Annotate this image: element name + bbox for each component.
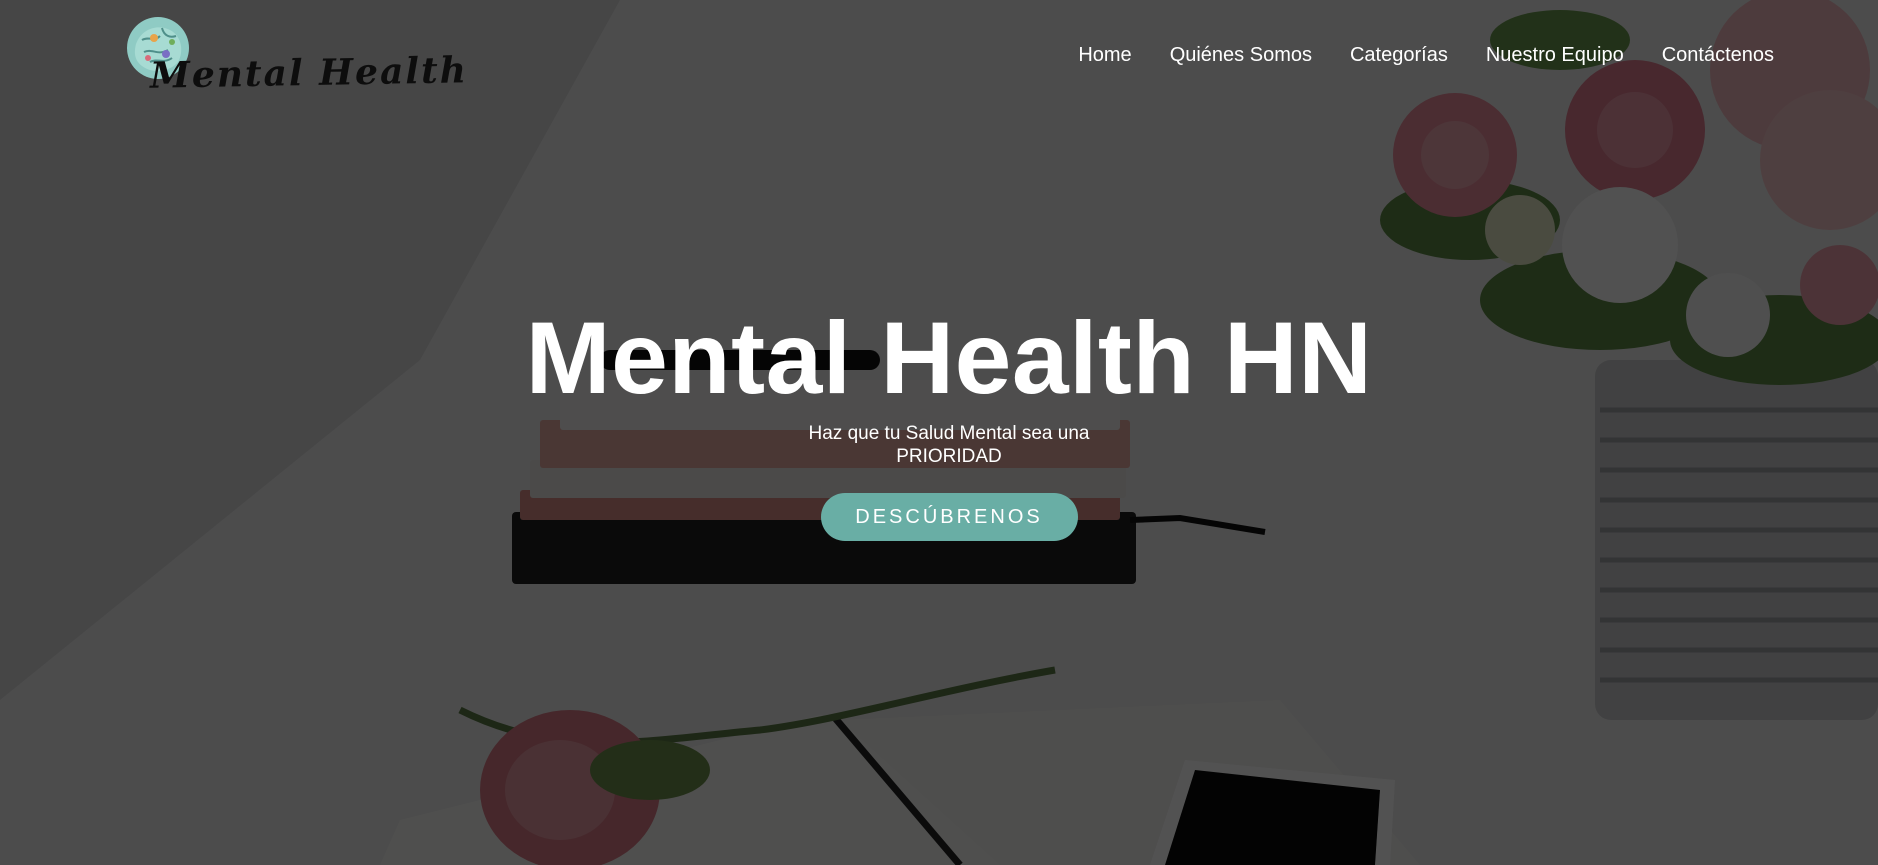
hero-content: Mental Health HN Haz que tu Salud Mental… bbox=[0, 300, 1878, 541]
site-logo[interactable]: Mental Health bbox=[124, 14, 468, 97]
logo-wordmark: Mental Health bbox=[149, 49, 469, 97]
nav-item-quienes-somos[interactable]: Quiénes Somos bbox=[1170, 44, 1312, 67]
nav-item-categorias[interactable]: Categorías bbox=[1350, 44, 1448, 67]
nav-item-contactenos[interactable]: Contáctenos bbox=[1662, 44, 1774, 67]
nav-item-nuestro-equipo[interactable]: Nuestro Equipo bbox=[1486, 44, 1624, 67]
hero-section: Mental Health Home Quiénes Somos Categor… bbox=[0, 0, 1878, 865]
main-nav: Home Quiénes Somos Categorías Nuestro Eq… bbox=[1078, 44, 1774, 67]
nav-item-home[interactable]: Home bbox=[1078, 44, 1131, 67]
hero-title: Mental Health HN bbox=[525, 301, 1373, 415]
discover-button[interactable]: DESCÚBRENOS bbox=[820, 493, 1078, 541]
hero-subtitle: Haz que tu Salud Mental sea una PRIORIDA… bbox=[808, 423, 1090, 467]
